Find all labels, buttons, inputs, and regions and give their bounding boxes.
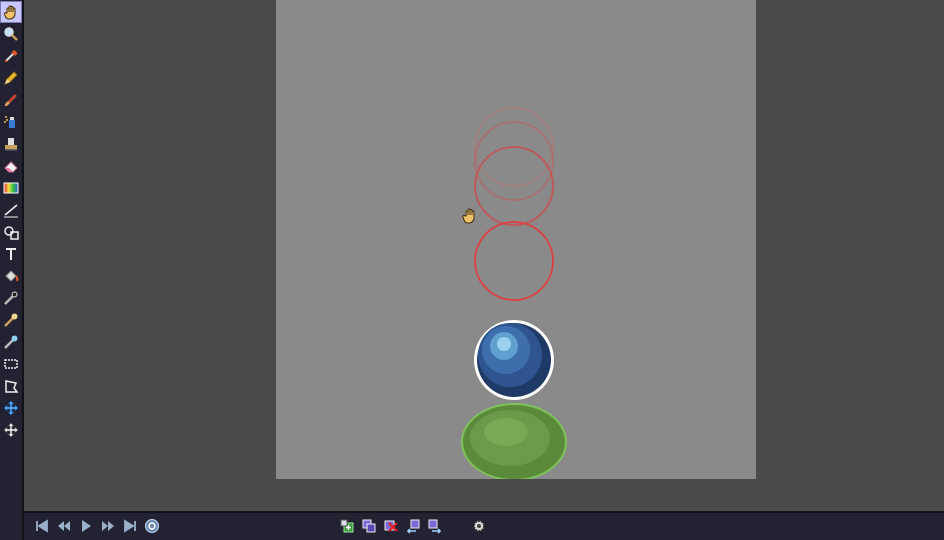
rectangle-select-icon [4, 359, 18, 369]
tool-curve-button[interactable] [1, 222, 21, 242]
loop-button[interactable] [143, 517, 161, 535]
blue-ball [474, 320, 554, 400]
play-icon [82, 520, 91, 532]
curve-icon [4, 226, 19, 240]
tool-lasso-button[interactable] [1, 376, 21, 396]
stamp-icon [5, 138, 17, 151]
blur-icon [4, 313, 18, 327]
eraser-icon [4, 161, 18, 173]
add-frame-button[interactable] [338, 517, 356, 535]
paint-bucket-icon [5, 270, 19, 282]
canvas-artwork [461, 107, 567, 479]
loop-icon [145, 519, 159, 533]
play-button[interactable] [77, 517, 95, 535]
tool-stamp-button[interactable] [1, 134, 21, 154]
tool-eraser-button[interactable] [1, 156, 21, 176]
tool-zoom-button[interactable] [1, 24, 21, 44]
first-frame-button[interactable] [33, 517, 51, 535]
hand-icon [3, 5, 16, 20]
workspace [24, 0, 944, 511]
previous-frame-button[interactable] [55, 517, 73, 535]
onion-skin-settings-icon [473, 520, 485, 532]
tool-text-button[interactable] [1, 244, 21, 264]
last-frame-icon [124, 519, 136, 533]
zoom-icon [4, 27, 18, 41]
tool-smudge-button[interactable] [1, 288, 21, 308]
tool-move-selection-button[interactable] [1, 398, 21, 418]
delete-frame-icon [384, 520, 398, 532]
tools-toolbar [0, 0, 24, 540]
move-frame-right-button[interactable] [426, 517, 444, 535]
next-frame-icon [102, 521, 114, 531]
gradient-icon [3, 182, 19, 194]
eyedropper-icon [4, 49, 18, 63]
smudge-icon [4, 291, 18, 305]
green-blob [461, 403, 567, 479]
lasso-icon [5, 380, 19, 393]
next-frame-button[interactable] [99, 517, 117, 535]
hand-cursor-icon [462, 208, 475, 224]
tool-jumble-button[interactable] [1, 332, 21, 352]
tool-gradient-button[interactable] [1, 178, 21, 198]
previous-frame-icon [58, 521, 70, 531]
text-icon [6, 248, 16, 260]
add-frame-icon [340, 519, 354, 533]
duplicate-frame-button[interactable] [360, 517, 378, 535]
tool-brush-button[interactable] [1, 90, 21, 110]
move-frame-right-icon [428, 519, 442, 534]
tool-eyedropper-button[interactable] [1, 46, 21, 66]
tool-spray-button[interactable] [1, 112, 21, 132]
move-icon [3, 422, 19, 438]
tool-pencil-button[interactable] [1, 68, 21, 88]
onion-skin-settings-button[interactable] [470, 517, 488, 535]
tool-rectangle-select-button[interactable] [1, 354, 21, 374]
spray-icon [4, 116, 15, 128]
move-selection-icon [3, 400, 19, 416]
tool-blur-button[interactable] [1, 310, 21, 330]
last-frame-button[interactable] [121, 517, 139, 535]
move-frame-left-icon [406, 519, 420, 534]
first-frame-icon [36, 519, 48, 533]
duplicate-frame-icon [362, 519, 376, 533]
brush-icon [5, 94, 17, 106]
onion-skin-circle-4 [474, 221, 554, 301]
tool-move-button[interactable] [1, 420, 21, 440]
delete-frame-button[interactable] [382, 517, 400, 535]
tool-hand-button[interactable] [0, 1, 22, 23]
move-frame-left-button[interactable] [404, 517, 422, 535]
jumble-icon [4, 335, 18, 349]
timeline-bar [24, 511, 944, 540]
drawing-canvas[interactable] [276, 0, 756, 479]
tool-paint-bucket-button[interactable] [1, 266, 21, 286]
onion-skin-circle-2 [474, 121, 554, 201]
pencil-icon [4, 71, 18, 85]
line-icon [4, 204, 18, 218]
tool-line-button[interactable] [1, 200, 21, 220]
